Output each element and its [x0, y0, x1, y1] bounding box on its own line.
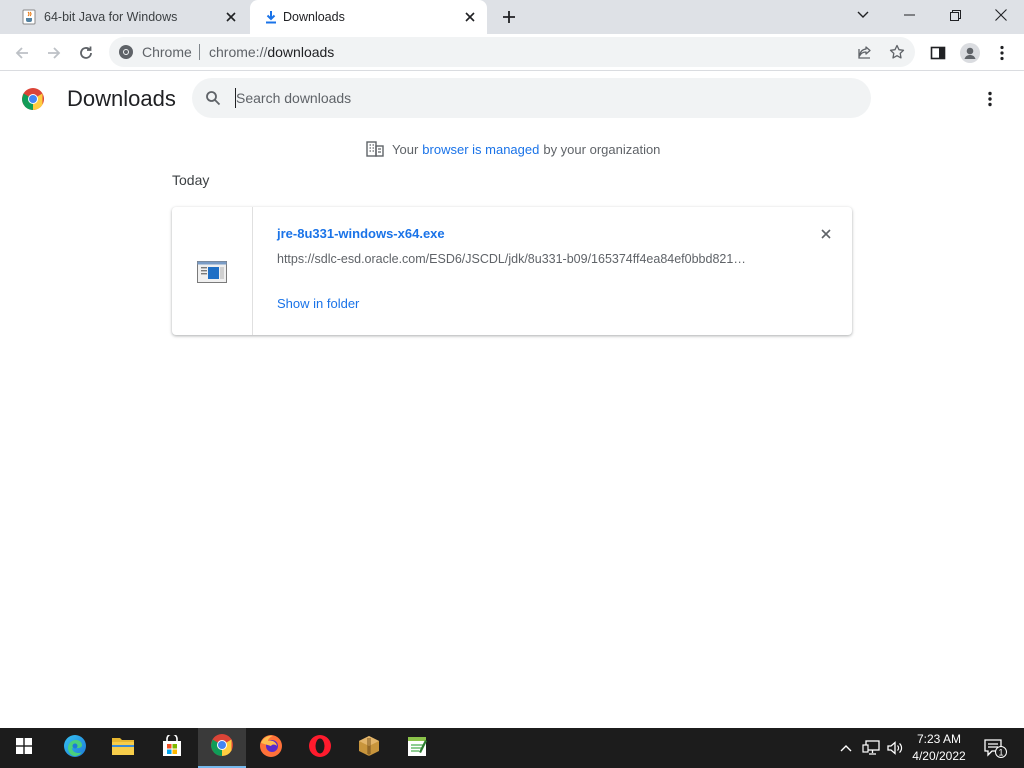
clock-date: 4/20/2022: [912, 749, 966, 763]
file-name-link[interactable]: jre-8u331-windows-x64.exe: [277, 226, 445, 241]
chrome-menu-icon[interactable]: [988, 39, 1016, 67]
windows-taskbar: 7:23 AM 4/20/2022 1: [0, 728, 1024, 768]
share-icon[interactable]: [855, 42, 875, 62]
search-icon: [205, 90, 221, 106]
search-bar[interactable]: [192, 78, 871, 118]
download-item: jre-8u331-windows-x64.exe https://sdlc-e…: [172, 207, 852, 335]
bookmark-star-icon[interactable]: [887, 42, 907, 62]
taskbar-store[interactable]: [148, 728, 196, 768]
address-bar[interactable]: Chrome chrome://downloads: [109, 37, 915, 67]
folder-icon: [111, 735, 135, 762]
minimize-button[interactable]: [886, 0, 932, 30]
chrome-logo-icon: [21, 87, 45, 111]
action-center-icon[interactable]: 1: [982, 738, 1008, 758]
managed-link[interactable]: browser is managed: [422, 142, 539, 157]
download-arrow-icon: [263, 9, 279, 25]
text-caret: [235, 88, 236, 108]
managed-notice: Your browser is managed by your organiza…: [366, 140, 660, 158]
date-section-header: Today: [172, 172, 210, 188]
start-button[interactable]: [0, 728, 48, 768]
page-title: Downloads: [67, 86, 176, 111]
building-icon: [366, 140, 384, 158]
installer-file-icon: [197, 261, 227, 283]
taskbar-opera[interactable]: [296, 728, 344, 768]
taskbar-chrome[interactable]: [198, 728, 246, 768]
new-tab-button[interactable]: [498, 6, 520, 28]
downloads-page: Downloads Your browser is managed by you…: [0, 71, 1024, 728]
taskbar-file-explorer[interactable]: [99, 728, 147, 768]
chrome-page-icon: [118, 44, 134, 60]
forward-button[interactable]: [40, 39, 68, 67]
close-tab-icon[interactable]: [461, 8, 479, 26]
taskbar-firefox[interactable]: [247, 728, 295, 768]
taskbar-archive-app[interactable]: [345, 728, 393, 768]
more-actions-icon[interactable]: [978, 87, 1002, 111]
search-input[interactable]: [236, 88, 836, 108]
source-url[interactable]: https://sdlc-esd.oracle.com/ESD6/JSCDL/j…: [277, 252, 777, 266]
notification-count: 1: [998, 747, 1003, 757]
close-window-button[interactable]: [978, 0, 1024, 30]
reload-button[interactable]: [72, 39, 100, 67]
notepad-icon: [405, 734, 429, 763]
store-bag-icon: [161, 732, 183, 762]
tab-title: 64-bit Java for Windows: [44, 10, 178, 24]
taskbar-edge[interactable]: [51, 728, 99, 768]
managed-prefix: Your: [392, 141, 419, 157]
url-text[interactable]: chrome://downloads: [209, 44, 334, 60]
chrome-icon: [210, 733, 234, 762]
system-clock[interactable]: 7:23 AM 4/20/2022: [905, 731, 973, 765]
network-icon[interactable]: [861, 738, 881, 758]
close-tab-icon[interactable]: [222, 8, 240, 26]
back-button[interactable]: [8, 39, 36, 67]
taskbar-notepad-app[interactable]: [393, 728, 441, 768]
tab-strip: 64-bit Java for Windows Downloads: [0, 0, 1024, 34]
managed-suffix: by your organization: [543, 141, 661, 157]
toolbar: Chrome chrome://downloads: [0, 34, 1024, 71]
edge-icon: [63, 734, 87, 763]
profile-avatar-icon[interactable]: [956, 39, 984, 67]
tab-title: Downloads: [283, 10, 345, 24]
tab-downloads[interactable]: Downloads: [250, 0, 487, 34]
archive-box-icon: [357, 734, 381, 763]
opera-icon: [308, 734, 332, 763]
omnibox-divider: [199, 44, 200, 60]
url-scheme: chrome://: [209, 44, 268, 60]
windows-logo-icon: [16, 737, 32, 759]
omnibox-chip: Chrome: [142, 44, 192, 60]
tab-search-button[interactable]: [840, 0, 886, 30]
firefox-icon: [259, 734, 283, 763]
tab-java[interactable]: 64-bit Java for Windows: [8, 0, 248, 34]
remove-item-close-icon[interactable]: [816, 224, 836, 244]
clock-time: 7:23 AM: [916, 732, 962, 746]
volume-icon[interactable]: [885, 738, 905, 758]
url-host: downloads: [267, 44, 335, 60]
screen: 64-bit Java for Windows Downloads Chrome…: [0, 0, 1024, 768]
show-hidden-icons-chevron-icon[interactable]: [836, 738, 856, 758]
java-cup-icon: [21, 9, 37, 25]
show-in-folder-link[interactable]: Show in folder: [277, 296, 359, 311]
file-icon-column: [172, 207, 253, 335]
side-panel-button[interactable]: [924, 39, 952, 67]
restore-button[interactable]: [932, 0, 978, 30]
